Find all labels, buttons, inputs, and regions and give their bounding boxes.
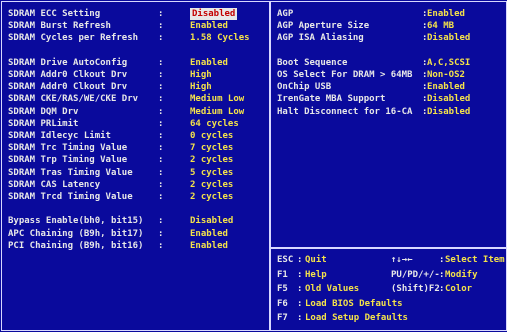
setting-label: Halt Disconnect for 16-CA xyxy=(277,106,413,117)
setting-label: OnChip USB xyxy=(277,82,332,93)
setting-value[interactable]: 0 cycles xyxy=(190,130,233,142)
setting-value[interactable]: Medium Low xyxy=(190,106,244,118)
separator: : xyxy=(439,255,445,265)
setting-value[interactable]: 7 cycles xyxy=(190,142,233,154)
setting-value[interactable]: Disabled xyxy=(190,215,233,227)
setting-label: OS Select For DRAM > 64MB xyxy=(277,70,413,80)
hotkey-action: Modify xyxy=(445,269,478,280)
setting-label: SDRAM ECC Setting xyxy=(8,9,101,19)
hotkey-action: Old Values xyxy=(305,284,360,294)
setting-label: SDRAM Drive AutoConfig xyxy=(8,57,128,68)
separator: : xyxy=(297,255,303,265)
separator: : xyxy=(158,57,164,68)
setting-label: SDRAM CAS Latency xyxy=(8,179,101,190)
separator: : xyxy=(158,240,164,251)
setting-label: SDRAM Addr0 Clkout Drv xyxy=(8,70,128,80)
setting-label: SDRAM Trcd Timing Value xyxy=(8,192,133,202)
separator: : xyxy=(158,82,164,93)
setting-label: SDRAM Addr0 Clkout Drv xyxy=(8,82,128,93)
separator: : xyxy=(158,70,164,80)
hotkey: ESC xyxy=(277,255,294,265)
separator: : xyxy=(439,284,445,294)
setting-value[interactable]: Enabled xyxy=(190,57,228,69)
setting-value[interactable]: 1.58 Cycles xyxy=(190,32,250,44)
setting-label: SDRAM Burst Refresh xyxy=(8,21,111,32)
setting-value[interactable]: 64 MB xyxy=(427,20,454,32)
hotkey-action: Quit xyxy=(305,255,327,265)
hotkey: F5 xyxy=(277,284,288,294)
key-help-panel: ESC: Quit ↑↓→←: Select Item F1: Help PU/PD/+/-… xyxy=(270,248,507,331)
separator: : xyxy=(439,269,445,280)
setting-value[interactable]: 2 cycles xyxy=(190,191,233,203)
separator: : xyxy=(158,21,164,32)
setting-label: APC Chaining (B9h, bit17) xyxy=(8,228,144,239)
setting-label: SDRAM Trc Timing Value xyxy=(8,143,128,154)
setting-label: AGP ISA Aliasing xyxy=(277,33,364,44)
separator: : xyxy=(158,106,164,117)
separator: : xyxy=(158,33,164,44)
system-settings-panel: AGP: Enabled AGP Aperture Size:64 MB AGP IS… xyxy=(270,1,507,248)
separator: : xyxy=(158,179,164,190)
setting-value[interactable]: 64 cycles xyxy=(190,118,239,130)
setting-label: SDRAM PRLimit xyxy=(8,118,79,129)
setting-value[interactable]: Disabled xyxy=(427,93,470,105)
setting-value[interactable]: Enabled xyxy=(190,240,228,252)
setting-value[interactable]: Enabled xyxy=(190,20,228,32)
setting-label: AGP xyxy=(277,9,294,19)
hotkey: F1 xyxy=(277,269,288,280)
separator: : xyxy=(158,94,164,105)
setting-value[interactable]: Non-OS2 xyxy=(427,69,465,81)
setting-label: SDRAM Trp Timing Value xyxy=(8,155,128,166)
setting-value[interactable]: Enabled xyxy=(427,8,465,20)
setting-value[interactable]: Disabled xyxy=(427,106,470,118)
setting-label: SDRAM Cycles per Refresh xyxy=(8,33,139,44)
hotkey-action: Select Item xyxy=(445,255,505,265)
separator: : xyxy=(158,131,164,141)
setting-value[interactable]: Disabled xyxy=(427,32,470,44)
separator: : xyxy=(158,192,164,202)
bios-setup-screen: SDRAM ECC Setting: Disabled SDRAM Burst Re… xyxy=(0,0,507,332)
setting-value[interactable]: Medium Low xyxy=(190,93,244,105)
hotkey: (Shift)F2 xyxy=(391,284,440,294)
setting-value[interactable]: Enabled xyxy=(427,81,465,93)
setting-label: AGP Aperture Size xyxy=(277,21,370,32)
setting-value[interactable]: 2 cycles xyxy=(190,154,233,166)
separator: : xyxy=(158,167,164,178)
separator: : xyxy=(297,284,303,294)
setting-label: Boot Sequence xyxy=(277,57,348,68)
setting-label: SDRAM DQM Drv xyxy=(8,106,79,117)
separator: : xyxy=(297,269,303,280)
hotkey: F6 xyxy=(277,298,288,309)
separator: : xyxy=(158,216,164,227)
separator: : xyxy=(158,118,164,129)
separator: : xyxy=(158,9,164,19)
hotkey: F7 xyxy=(277,313,288,323)
hotkey-action: Load BIOS Defaults xyxy=(305,298,403,309)
setting-value[interactable]: 2 cycles xyxy=(190,179,233,191)
setting-value[interactable]: High xyxy=(190,81,212,93)
setting-label: SDRAM Idlecyc Limit xyxy=(8,131,111,141)
hotkey: PU/PD/+/- xyxy=(391,269,440,280)
setting-label: SDRAM CKE/RAS/WE/CKE Drv xyxy=(8,94,139,105)
separator: : xyxy=(158,143,164,154)
hotkey-action: Load Setup Defaults xyxy=(305,313,408,323)
hotkey-action: Help xyxy=(305,269,327,280)
setting-value[interactable]: A,C,SCSI xyxy=(427,57,470,69)
setting-value[interactable]: 5 cycles xyxy=(190,167,233,179)
setting-label: PCI Chaining (B9h, bit16) xyxy=(8,240,144,251)
setting-value[interactable]: Enabled xyxy=(190,228,228,240)
hotkey: ↑↓→← xyxy=(391,255,413,265)
separator: : xyxy=(297,298,303,309)
separator: : xyxy=(297,313,303,323)
setting-label: Bypass Enable(bh0, bit15) xyxy=(8,216,144,227)
setting-label: IrenGate MBA Support xyxy=(277,94,386,105)
setting-value[interactable]: High xyxy=(190,69,212,81)
separator: : xyxy=(158,155,164,166)
hotkey-action: Color xyxy=(445,284,473,294)
setting-label: SDRAM Tras Timing Value xyxy=(8,167,133,178)
setting-value-selected[interactable]: Disabled xyxy=(190,8,238,20)
separator: : xyxy=(158,228,164,239)
chipset-settings-panel: SDRAM ECC Setting: Disabled SDRAM Burst Re… xyxy=(1,1,270,331)
